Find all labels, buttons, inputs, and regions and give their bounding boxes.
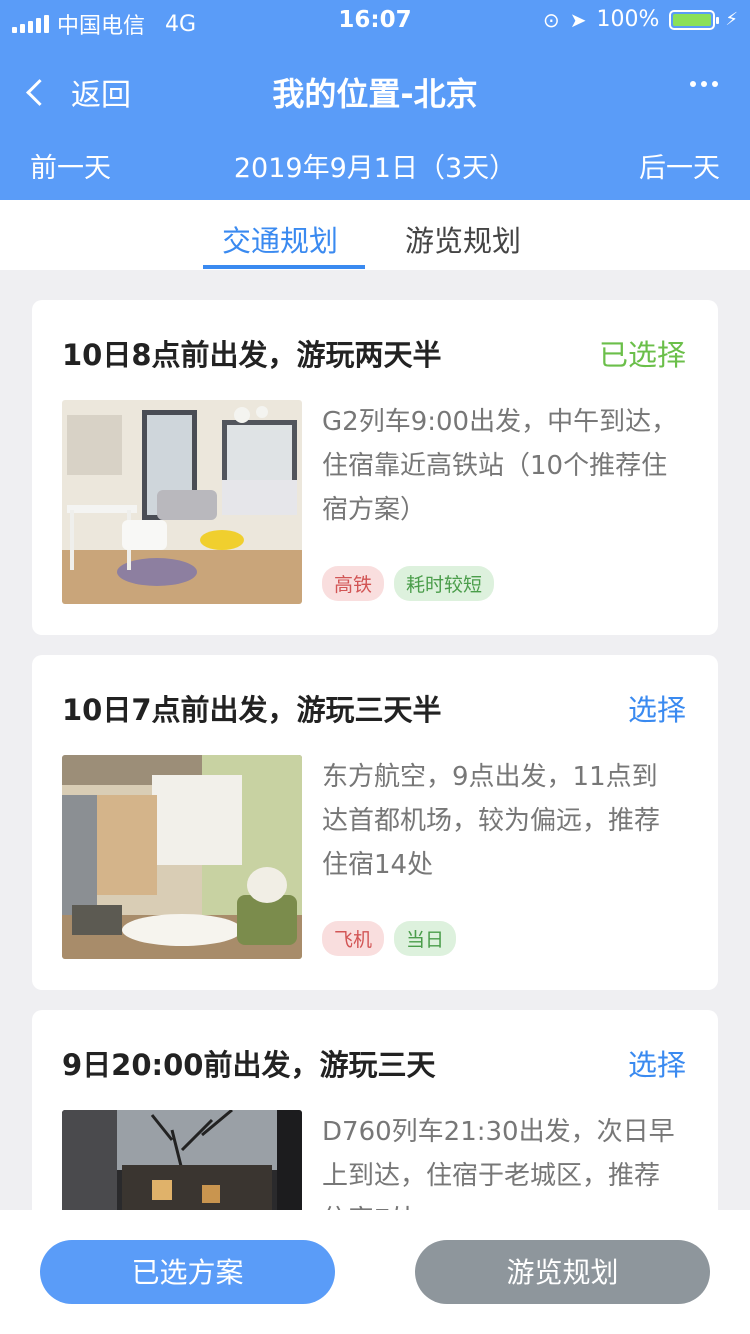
charging-icon: ⚡ <box>725 9 738 30</box>
selected-plan-button[interactable]: 已选方案 <box>40 1240 335 1304</box>
tour-plan-button[interactable]: 游览规划 <box>415 1240 710 1304</box>
active-tab-indicator <box>203 265 365 269</box>
plan-title: 10日7点前出发，游玩三天半 <box>62 693 442 727</box>
plan-description: D760列车21:30出发，次日早上到达，住宿于老城区，推荐住宿7处 <box>322 1117 675 1210</box>
plan-image <box>62 400 302 604</box>
battery-icon <box>669 9 720 30</box>
next-day-button[interactable]: 后一天 <box>639 146 720 185</box>
header: 中国电信 4G 16:07 ⊙ ➤ 100% ⚡ 返回 我的位置-北京 前一天 … <box>0 0 750 200</box>
choose-button[interactable]: 选择 <box>628 1042 686 1084</box>
plan-description: G2列车9:00出发，中午到达，住宿靠近高铁站（10个推荐住宿方案） <box>322 407 678 525</box>
plan-image <box>62 755 302 959</box>
plan-card[interactable]: 9日20:00前出发，游玩三天 选择 D760列车21:30出发，次日早上到达，… <box>32 1010 718 1210</box>
plan-list[interactable]: 10日8点前出发，游玩两天半 已选择 G2列车9:00出发，中午到达，住宿靠近高… <box>32 300 718 1210</box>
tab-tour[interactable]: 游览规划 <box>405 218 521 260</box>
lock-rotation-icon: ⊙ <box>542 7 560 32</box>
plan-card[interactable]: 10日7点前出发，游玩三天半 选择 东方航空，9点出发，11点到达首都机场，较为… <box>32 655 718 990</box>
tag-feature: 当日 <box>394 921 457 956</box>
plan-tags: 高铁 耗时较短 <box>322 566 495 601</box>
plan-image <box>62 1110 302 1210</box>
tab-transport[interactable]: 交通规划 <box>222 218 338 260</box>
plan-title: 10日8点前出发，游玩两天半 <box>62 338 442 372</box>
plan-tags: 飞机 当日 <box>322 921 457 956</box>
tab-bar: 交通规划 游览规划 <box>0 200 750 270</box>
page-title: 我的位置-北京 <box>272 75 478 113</box>
plan-card[interactable]: 10日8点前出发，游玩两天半 已选择 G2列车9:00出发，中午到达，住宿靠近高… <box>32 300 718 635</box>
choose-button[interactable]: 选择 <box>628 687 686 729</box>
date-switcher: 前一天 2019年9月1日（3天） 后一天 <box>0 140 750 190</box>
selected-label[interactable]: 已选择 <box>599 332 686 374</box>
plan-description: 东方航空，9点出发，11点到达首都机场，较为偏远，推荐住宿14处 <box>322 762 661 880</box>
current-date: 2019年9月1日（3天） <box>233 153 517 184</box>
tag-transport: 飞机 <box>322 921 385 956</box>
battery-percent: 100% <box>596 7 660 32</box>
tag-transport: 高铁 <box>322 566 385 601</box>
status-bar: 中国电信 4G 16:07 ⊙ ➤ 100% ⚡ <box>0 0 750 40</box>
location-arrow-icon: ➤ <box>569 7 587 32</box>
nav-bar: 返回 我的位置-北京 <box>0 55 750 125</box>
plan-title: 9日20:00前出发，游玩三天 <box>62 1048 436 1082</box>
tag-feature: 耗时较短 <box>394 566 495 601</box>
bottom-bar: 已选方案 游览规划 <box>0 1210 750 1334</box>
more-icon[interactable] <box>690 81 718 87</box>
